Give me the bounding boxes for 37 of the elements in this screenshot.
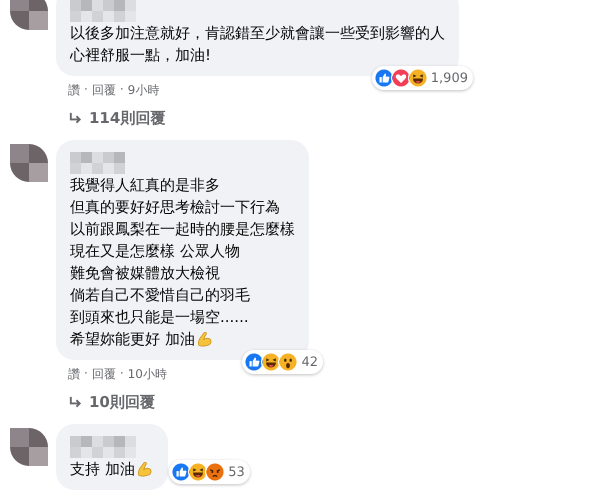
flexed-arm-icon <box>136 460 154 478</box>
surprised-reaction-icon <box>278 352 298 372</box>
comment-text: 支持 加油 <box>70 458 154 480</box>
heart-reaction-icon <box>390 68 411 88</box>
flexed-arm-icon <box>196 330 214 348</box>
reply-arrow-icon <box>68 395 83 410</box>
separator-dot: · <box>84 82 88 98</box>
blurred-name <box>70 436 136 458</box>
laughing-reaction-icon <box>261 352 282 372</box>
comment-text: 以後多加注意就好，肯認錯至少就會讓一些受到影響的人 心裡舒服一點，加油! <box>70 23 445 66</box>
separator-dot: · <box>120 82 124 98</box>
separator-dot: · <box>84 366 88 382</box>
blurred-avatar[interactable] <box>10 0 48 30</box>
angry-reaction-icon <box>205 462 226 482</box>
blurred-avatar[interactable] <box>10 144 48 182</box>
reaction-summary[interactable]: 42 <box>242 350 323 374</box>
like-reaction-icon <box>171 462 192 482</box>
laughing-reaction-icon <box>408 68 428 88</box>
reaction-summary[interactable]: 53 <box>169 460 250 484</box>
like-link[interactable]: 讚 <box>68 366 80 383</box>
view-replies-link[interactable]: 10則回覆 <box>56 383 155 412</box>
like-reaction-icon <box>244 352 264 372</box>
comment-text: 我覺得人紅真的是非多 但真的要好好思考檢討一下行為 以前跟鳳梨在一起時的腰是怎麼樣 現在又是怎麼樣 公眾人物 難免會被媒體放大檢視 倘若自己不愛惜自己的羽毛 到頭來也只能是一場空...... 希望妳能更好 加油 <box>70 175 295 350</box>
like-reaction-icon <box>374 68 394 88</box>
reaction-summary[interactable]: 1,909 <box>372 66 473 90</box>
timestamp-link[interactable]: 9小時 <box>128 82 160 99</box>
reply-arrow-icon <box>68 111 83 126</box>
view-replies-link[interactable]: 114則回覆 <box>56 99 166 128</box>
like-link[interactable]: 讚 <box>68 82 80 99</box>
timestamp-link[interactable]: 10小時 <box>128 366 167 383</box>
blurred-name <box>70 0 136 22</box>
reply-link[interactable]: 回覆 <box>92 366 116 383</box>
blurred-avatar[interactable] <box>10 428 48 466</box>
reply-link[interactable]: 回覆 <box>92 82 116 99</box>
laughing-reaction-icon <box>188 462 208 482</box>
separator-dot: · <box>120 366 124 382</box>
blurred-name <box>70 152 125 174</box>
